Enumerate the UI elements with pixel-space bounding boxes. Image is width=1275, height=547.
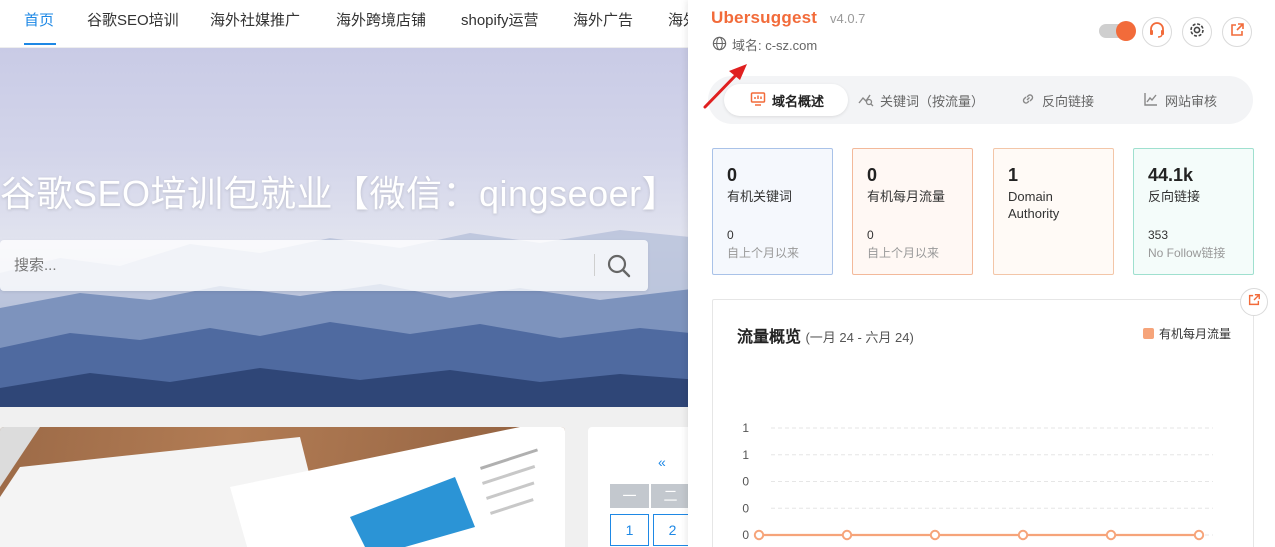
metric-label: Domain Authority (1008, 189, 1060, 221)
traffic-title-row: 流量概览 (一月 24 - 六月 24) (737, 323, 914, 347)
chart-open-external-button[interactable] (1240, 288, 1268, 316)
metric-domain-authority: 1 Domain Authority (993, 148, 1114, 275)
y-tick-label: 1 (742, 421, 749, 435)
calendar-day[interactable]: 1 (610, 514, 649, 546)
version-label: v4.0.7 (830, 11, 866, 26)
data-point[interactable] (1017, 529, 1029, 541)
nav-home[interactable]: 首页 (24, 9, 54, 30)
tab-site-audit[interactable]: 网站审核 (1143, 84, 1217, 116)
search-divider (594, 254, 595, 276)
calendar-day[interactable]: 2 (653, 514, 692, 546)
nav-social-media[interactable]: 海外社媒推广 (210, 9, 300, 30)
domain-label: 域名: c-sz.com (732, 38, 818, 53)
tab-label: 关键词（按流量） (880, 93, 985, 109)
site-nav-bar: 首页 谷歌SEO培训 海外社媒推广 海外跨境店铺 shopify运营 海外广告 … (0, 0, 700, 48)
hero-banner: 谷歌SEO培训包就业【微信：qingseoer】 (0, 48, 700, 407)
metric-label: 有机每月流量 (867, 189, 946, 204)
data-point[interactable] (929, 529, 941, 541)
tab-keywords-by-traffic[interactable]: 关键词（按流量） (858, 84, 984, 116)
site-search-input[interactable] (14, 253, 574, 277)
link-icon (1020, 91, 1036, 110)
metric-change-value: 0 (727, 228, 734, 242)
data-point[interactable] (841, 529, 853, 541)
data-point[interactable] (753, 529, 765, 541)
calendar-weekday: 一 (610, 484, 649, 508)
site-search-bar (0, 240, 648, 291)
headset-icon (1148, 21, 1166, 44)
metric-change-label: 自上个月以来 (867, 246, 940, 260)
metric-label: 反向链接 (1148, 189, 1201, 204)
ubersuggest-panel: Ubersuggest v4.0.7 域名: c-sz.com 域名概述 关键词… (688, 0, 1275, 547)
external-link-icon (1229, 22, 1245, 43)
hero-title: 谷歌SEO培训包就业【微信：qingseoer】 (0, 173, 679, 214)
mountain-landscape-illustration (0, 230, 700, 407)
domain-info: 域名: c-sz.com (712, 35, 817, 54)
line-chart-icon (1143, 91, 1159, 110)
external-link-icon (1247, 293, 1261, 312)
monitor-chart-icon (750, 91, 766, 110)
metric-organic-traffic: 0 有机每月流量 0 自上个月以来 (852, 148, 973, 275)
chart-title: 流量概览 (737, 329, 802, 346)
data-point[interactable] (1193, 529, 1205, 541)
nav-overseas-ads[interactable]: 海外广告 (573, 9, 633, 30)
toggle-knob (1116, 21, 1136, 41)
metric-nofollow-value: 353 (1148, 228, 1169, 242)
nav-shopify[interactable]: shopify运营 (461, 9, 539, 30)
metric-value: 0 (867, 165, 878, 185)
settings-button[interactable] (1182, 17, 1212, 47)
ubersuggest-logo: Ubersuggest (711, 8, 818, 27)
globe-icon (712, 36, 727, 54)
panel-tabs: 域名概述 关键词（按流量） 反向链接 网站审核 (708, 76, 1253, 124)
calendar-widget: « 一 二 1 2 (588, 427, 700, 547)
metric-change-label: 自上个月以来 (727, 246, 800, 260)
keyword-search-icon (858, 91, 874, 110)
metric-value: 1 (1008, 165, 1019, 185)
metric-label: 有机关键词 (727, 189, 793, 204)
tab-domain-overview[interactable]: 域名概述 (724, 84, 849, 116)
traffic-overview-card: 1 1 0 0 0 流量概览 (一月 24 - 六月 24) 有机每月流量 (712, 299, 1254, 547)
nav-crossborder-store[interactable]: 海外跨境店铺 (336, 9, 426, 30)
calendar-weekday: 二 (651, 484, 690, 508)
open-external-button[interactable] (1222, 17, 1252, 47)
y-tick-label: 0 (742, 501, 749, 515)
metric-nofollow-label: No Follow链接 (1148, 246, 1226, 260)
legend-label: 有机每月流量 (1159, 327, 1232, 341)
calendar-prev-button[interactable]: « (658, 454, 666, 470)
chart-date-range: (一月 24 - 六月 24) (805, 330, 914, 345)
support-button[interactable] (1142, 17, 1172, 47)
search-icon[interactable] (606, 253, 632, 279)
metric-change-value: 0 (867, 228, 874, 242)
metric-backlinks: 44.1k 反向链接 353 No Follow链接 (1133, 148, 1254, 275)
tab-label: 反向链接 (1042, 93, 1095, 109)
chart-legend[interactable]: 有机每月流量 (1143, 325, 1231, 342)
y-tick-label: 1 (742, 448, 749, 462)
data-point[interactable] (1105, 529, 1117, 541)
metric-organic-keywords: 0 有机关键词 0 自上个月以来 (712, 148, 833, 275)
nav-seo-training[interactable]: 谷歌SEO培训 (87, 9, 179, 30)
metric-value: 0 (727, 165, 738, 185)
metric-value: 44.1k (1148, 165, 1194, 185)
gear-icon (1188, 21, 1206, 44)
website-background: 首页 谷歌SEO培训 海外社媒推广 海外跨境店铺 shopify运营 海外广告 … (0, 0, 700, 547)
y-tick-label: 0 (742, 475, 749, 489)
tab-backlinks[interactable]: 反向链接 (1020, 84, 1094, 116)
legend-swatch (1143, 328, 1154, 339)
y-tick-label: 0 (742, 528, 749, 542)
extension-toggle[interactable] (1099, 21, 1136, 41)
article-thumbnail[interactable] (0, 427, 565, 547)
tab-label: 网站审核 (1165, 93, 1218, 109)
resume-photo-illustration (0, 427, 565, 547)
nav-active-indicator (24, 43, 56, 45)
tab-label: 域名概述 (772, 93, 825, 109)
